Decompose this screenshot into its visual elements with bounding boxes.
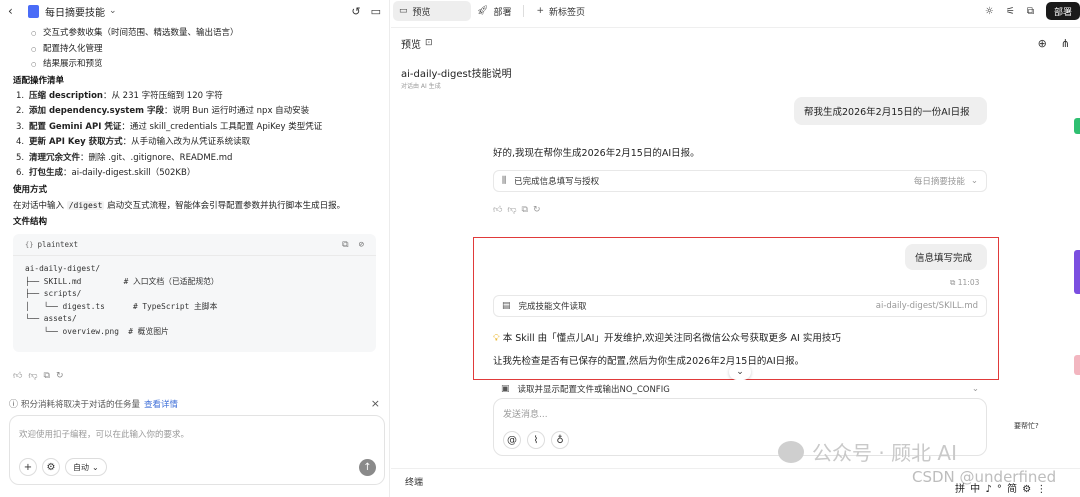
mode-select[interactable]: 自动 ⌄	[65, 458, 107, 476]
chat-header: ‹ 每日摘要技能 ⌄ ↺ ▭	[0, 0, 389, 22]
lightbulb-icon[interactable]: ♁	[551, 431, 569, 449]
side-badge[interactable]	[1074, 118, 1080, 134]
chat-content: 交互式参数收集（时间范围、精选数量、输出语言） 配置持久化管理 结果展示和预览 …	[0, 26, 389, 352]
list-item: 5. 清理冗余文件：删除 .git、.gitignore、README.md	[16, 152, 233, 163]
list-item: 1. 压缩 description：从 231 字符压缩到 120 字符	[16, 90, 223, 101]
assistant-message: 好的,我现在帮你生成2026年2月15日的AI日报。	[493, 148, 700, 159]
back-icon[interactable]: ‹	[8, 4, 28, 18]
wechat-watermark: 公众号 · 顾北 AI	[778, 437, 957, 466]
more-icon[interactable]: ⋔	[1061, 37, 1070, 50]
chevron-down-icon[interactable]: ⌄	[109, 6, 117, 16]
message-timestamp: ⧉ 11:03	[950, 278, 980, 287]
tool-card[interactable]: ⫼ 已完成信息填写与授权 每日摘要技能 ⌄	[493, 170, 987, 192]
chevron-down-icon[interactable]: ⌄	[729, 364, 751, 380]
chevron-down-icon: ⌄	[970, 176, 978, 186]
tab-preview[interactable]: ▭ 预览	[393, 1, 471, 21]
message-actions: 👍︎ 👎︎ ⧉ ↻	[13, 371, 64, 381]
preview-header: 预览 ⊡ ⊕ ⋔	[391, 28, 1080, 58]
code-header: {} plaintext ⧉ ⊘	[13, 234, 376, 256]
paperclip-icon[interactable]: ⌇	[527, 431, 545, 449]
preview-icon: ▭	[399, 6, 408, 16]
refresh-icon[interactable]: ⊕	[1038, 37, 1047, 50]
plus-icon: +	[536, 6, 544, 16]
window-icon[interactable]: ⧉	[1027, 6, 1034, 17]
user-message: 信息填写完成	[905, 244, 987, 270]
section-heading: 文件结构	[13, 217, 48, 227]
book-icon: ▤	[502, 301, 511, 311]
conversation-title: ai-daily-digest技能说明	[401, 69, 512, 80]
chat-composer[interactable]: 欢迎使用扣子编程，可以在此输入你的要求。 + ⚙ 自动 ⌄ ↑	[9, 415, 385, 485]
code-block: {} plaintext ⧉ ⊘ ai-daily-digest/ ├── SK…	[13, 234, 376, 352]
section-heading: 使用方式	[13, 184, 48, 195]
sliders-icon[interactable]: ⚟	[1006, 6, 1015, 17]
tab-deploy[interactable]: 🚀︎ 部署	[471, 1, 517, 21]
preview-title: 预览	[401, 39, 421, 51]
terminal-label[interactable]: 终端	[405, 478, 423, 488]
thumbs-down-icon[interactable]: 👎︎	[28, 371, 37, 381]
document-icon	[28, 4, 39, 18]
preview-panel: 预览 ⊡ ⊕ ⋔ ai-daily-digest技能说明 对话由 AI 生成 帮…	[391, 27, 1080, 497]
tab-new[interactable]: + 新标签页	[530, 1, 591, 21]
chevron-down-icon: ⌄	[92, 462, 99, 472]
deploy-button[interactable]: 部署	[1045, 2, 1080, 20]
user-message: 帮我生成2026年2月15日的一份AI日报	[794, 97, 987, 125]
copy-icon[interactable]: ⧉	[522, 205, 528, 215]
folder-icon[interactable]: ▭	[371, 5, 381, 18]
conversation-subtitle: 对话由 AI 生成	[401, 83, 441, 90]
list-item: 2. 添加 dependency.system 字段：说明 Bun 运行时通过 n…	[16, 106, 310, 116]
info-icon: ⓘ	[9, 400, 19, 410]
tab-bar: ▭ 预览 🚀︎ 部署 + 新标签页 ☼ ⚟ ⧉ 部署	[391, 0, 1080, 22]
copy-icon[interactable]: ⧉	[342, 240, 348, 250]
ime-toolbar[interactable]: 拼 中 ♪ ° 简 ⚙ ⋮	[955, 480, 1047, 495]
list-item: 3. 配置 Gemini API 凭证：通过 skill_credentials …	[16, 121, 323, 132]
credit-text: 积分消耗将取决于对话的任务量	[21, 399, 141, 410]
settings-icon[interactable]: ⚙	[42, 458, 60, 476]
message-actions: 👍︎ 👎︎ ⧉ ↻	[493, 205, 541, 215]
chat-panel: ‹ 每日摘要技能 ⌄ ↺ ▭ 交互式参数收集（时间范围、精选数量、输出语言） 配…	[0, 0, 390, 497]
tool-card[interactable]: ▤ 完成技能文件读取 ai-daily-digest/SKILL.md	[493, 295, 987, 317]
list-item: 配置持久化管理	[13, 42, 376, 58]
retry-icon[interactable]: ↻	[56, 371, 64, 381]
composer-placeholder[interactable]: 欢迎使用扣子编程，可以在此输入你的要求。	[19, 428, 189, 440]
code-icon: {}	[25, 240, 34, 249]
history-icon[interactable]: ↺	[351, 5, 360, 18]
rocket-icon: 🚀︎	[477, 6, 489, 16]
help-bubble[interactable]: 要帮忙?	[1014, 421, 1039, 431]
preview-icon: ⊡	[425, 38, 433, 48]
lightbulb-icon: 💡︎	[493, 333, 500, 344]
books-icon: ⫼	[502, 176, 507, 186]
promo-message: 💡︎ 本 Skill 由「懂点儿AI」开发维护,欢迎关注同名微信公众号获取更多 …	[493, 333, 841, 344]
code-text: ai-daily-digest/ ├── SKILL.md # 入口文档（已适配…	[25, 264, 219, 336]
add-icon[interactable]: +	[19, 458, 37, 476]
terminal-icon: ▣	[501, 384, 510, 394]
composer-placeholder[interactable]: 发送消息...	[503, 407, 548, 420]
send-button[interactable]: ↑	[359, 459, 376, 476]
view-details-link[interactable]: 查看详情	[144, 398, 178, 410]
side-badge[interactable]	[1074, 250, 1080, 294]
list-item: 4. 更新 API Key 获取方式：从手动输入改为从凭证系统读取	[16, 137, 251, 147]
credit-notice: ⓘ 积分消耗将取决于对话的任务量 查看详情 ×	[9, 397, 380, 410]
sun-icon[interactable]: ☼	[985, 6, 994, 17]
copy-icon[interactable]: ⧉	[44, 371, 50, 381]
link-icon[interactable]: ⊘	[359, 240, 364, 250]
thumbs-up-icon[interactable]: 👍︎	[13, 371, 22, 381]
thumbs-down-icon[interactable]: 👎︎	[507, 205, 516, 215]
thumbs-up-icon[interactable]: 👍︎	[493, 205, 502, 215]
assistant-message: 让我先检查是否有已保存的配置,然后为你生成2026年2月15日的AI日报。	[493, 356, 805, 367]
chevron-down-icon: ⌄	[971, 384, 979, 394]
list-item: 交互式参数收集（时间范围、精选数量、输出语言）	[13, 26, 376, 42]
usage-text: 在对话中输入 /digest 启动交互式流程，智能体会引导配置参数并执行脚本生成…	[13, 200, 346, 211]
code-language: plaintext	[37, 240, 79, 249]
wechat-logo-icon	[778, 440, 804, 463]
at-icon[interactable]: @	[503, 431, 521, 449]
side-badge[interactable]	[1074, 355, 1080, 375]
tool-card[interactable]: ▣ 读取并显示配置文件或输出NO_CONFIG ⌄	[493, 380, 987, 398]
copy-icon[interactable]: ⧉	[950, 278, 955, 287]
retry-icon[interactable]: ↻	[533, 205, 541, 215]
list-item: 6. 打包生成：ai-daily-digest.skill（502KB）	[16, 168, 196, 178]
list-item: 结果展示和预览	[13, 57, 376, 73]
section-heading: 适配操作清单	[13, 75, 65, 86]
skill-title[interactable]: 每日摘要技能	[45, 4, 105, 19]
close-icon[interactable]: ×	[371, 397, 380, 410]
